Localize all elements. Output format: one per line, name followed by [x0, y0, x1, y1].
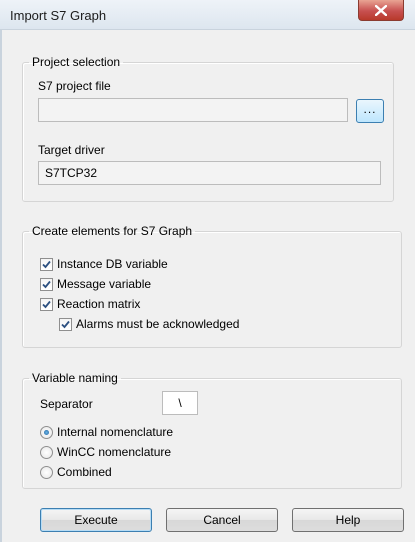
- target-driver-field[interactable]: S7TCP32: [38, 161, 381, 185]
- close-icon: [375, 4, 387, 16]
- alarms-acknowledged-label: Alarms must be acknowledged: [76, 317, 240, 331]
- window-border: [0, 30, 2, 542]
- wincc-nomenclature-label: WinCC nomenclature: [57, 445, 172, 459]
- checkbox-box[interactable]: [59, 317, 72, 331]
- target-driver-label: Target driver: [38, 143, 105, 157]
- instance-db-variable-label: Instance DB variable: [57, 257, 168, 271]
- combined-label: Combined: [57, 465, 112, 479]
- radio-button[interactable]: [40, 465, 53, 479]
- title-bar[interactable]: Import S7 Graph: [0, 0, 415, 30]
- internal-nomenclature-radio[interactable]: Internal nomenclature: [40, 425, 173, 439]
- checkmark-icon: [42, 280, 51, 288]
- message-variable-label: Message variable: [57, 277, 152, 291]
- alarms-acknowledged-checkbox[interactable]: Alarms must be acknowledged: [59, 317, 239, 331]
- import-s7-graph-dialog: Import S7 Graph Project selection S7 pro…: [0, 0, 415, 542]
- execute-button[interactable]: Execute: [40, 508, 152, 532]
- checkmark-icon: [42, 260, 51, 268]
- checkmark-icon: [61, 320, 70, 328]
- project-selection-legend: Project selection: [32, 55, 121, 69]
- checkbox-box[interactable]: [40, 277, 53, 291]
- internal-nomenclature-label: Internal nomenclature: [57, 425, 174, 439]
- message-variable-checkbox[interactable]: Message variable: [40, 277, 151, 291]
- create-elements-legend: Create elements for S7 Graph: [32, 224, 193, 238]
- reaction-matrix-checkbox[interactable]: Reaction matrix: [40, 297, 140, 311]
- checkbox-box[interactable]: [40, 257, 53, 271]
- checkmark-icon: [42, 300, 51, 308]
- separator-label: Separator: [40, 397, 93, 411]
- window-title: Import S7 Graph: [10, 8, 107, 23]
- instance-db-variable-checkbox[interactable]: Instance DB variable: [40, 257, 168, 271]
- cancel-button[interactable]: Cancel: [166, 508, 278, 532]
- combined-radio[interactable]: Combined: [40, 465, 112, 479]
- project-file-label: S7 project file: [38, 79, 111, 93]
- close-button[interactable]: [358, 0, 404, 21]
- browse-button[interactable]: ...: [356, 99, 384, 123]
- radio-button[interactable]: [40, 445, 53, 459]
- radio-button[interactable]: [40, 425, 53, 439]
- project-file-field[interactable]: [38, 98, 348, 122]
- checkbox-box[interactable]: [40, 297, 53, 311]
- wincc-nomenclature-radio[interactable]: WinCC nomenclature: [40, 445, 171, 459]
- reaction-matrix-label: Reaction matrix: [57, 297, 141, 311]
- variable-naming-legend: Variable naming: [32, 371, 118, 385]
- separator-field[interactable]: \: [162, 391, 198, 415]
- help-button[interactable]: Help: [292, 508, 404, 532]
